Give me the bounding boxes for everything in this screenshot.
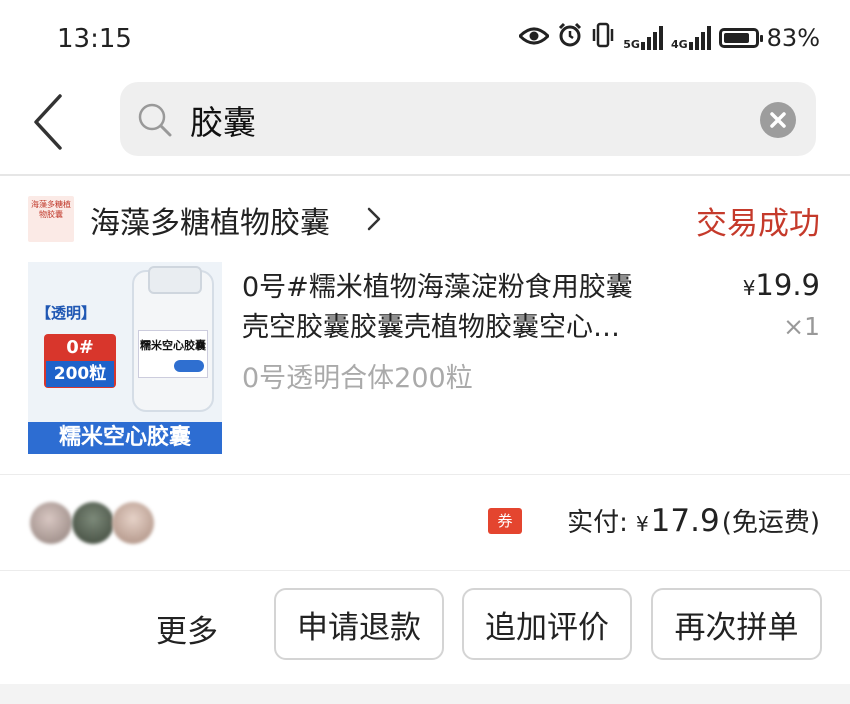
signal-5g-icon: 5G xyxy=(623,26,663,50)
network-4g-label: 4G xyxy=(670,38,688,51)
product-spec: 0号透明合体200粒 xyxy=(242,363,473,394)
avatar xyxy=(112,502,154,544)
back-button[interactable] xyxy=(30,92,66,152)
paid-amount: 实付: ¥ 17.9 (免运费) xyxy=(567,502,820,539)
shipping-note: (免运费) xyxy=(721,508,820,538)
image-banner: 糯米空心胶囊 xyxy=(28,422,222,454)
network-5g-label: 5G xyxy=(623,38,640,51)
avatar xyxy=(30,502,72,544)
close-icon xyxy=(770,112,786,128)
product-divider xyxy=(0,474,850,475)
product-price: ¥19.9 xyxy=(743,268,820,302)
reorder-button[interactable]: 再次拼单 xyxy=(651,588,822,660)
search-icon xyxy=(136,101,174,143)
status-icons: 5G 4G 83% xyxy=(518,22,820,54)
search-input[interactable]: 胶囊 xyxy=(190,96,256,144)
signal-4g-icon: 4G xyxy=(671,26,711,50)
image-size-label: 0# xyxy=(66,337,94,358)
price-value: 19.9 xyxy=(755,268,820,302)
bottom-separator xyxy=(0,684,850,704)
chevron-right-icon[interactable] xyxy=(366,206,382,236)
product-quantity: ×1 xyxy=(783,312,820,341)
paid-currency: ¥ xyxy=(635,512,649,536)
avatar xyxy=(72,502,114,544)
status-time: 13:15 xyxy=(57,24,132,54)
product-title-line1: 0号#糯米植物海藻淀粉食用胶囊 xyxy=(242,272,633,303)
eye-icon xyxy=(518,24,551,52)
price-currency: ¥ xyxy=(742,276,756,300)
clear-search-button[interactable] xyxy=(760,102,796,138)
chevron-left-icon xyxy=(34,94,62,150)
paid-value: 17.9 xyxy=(650,503,720,539)
product-image[interactable]: 【透明】 0# 200粒 糯米空心胶囊 糯米空心胶囊 xyxy=(28,262,222,454)
header-divider xyxy=(0,174,850,176)
image-count-label: 200粒 xyxy=(46,361,114,387)
bottle: 糯米空心胶囊 xyxy=(132,266,214,412)
battery-percent: 83% xyxy=(766,24,820,52)
refund-button[interactable]: 申请退款 xyxy=(274,588,444,660)
coupon-badge: 券 xyxy=(488,508,522,534)
summary-divider xyxy=(0,570,850,571)
shop-name[interactable]: 海藻多糖植物胶囊 xyxy=(90,198,330,242)
product-title-line2: 壳空胶囊胶囊壳植物胶囊空心… xyxy=(242,312,620,343)
image-tag: 【透明】 xyxy=(36,304,97,322)
paid-label: 实付: xyxy=(567,508,628,538)
order-status: 交易成功 xyxy=(696,206,820,242)
product-title[interactable]: 0号#糯米植物海藻淀粉食用胶囊 壳空胶囊胶囊壳植物胶囊空心… xyxy=(242,268,722,348)
vibrate-icon xyxy=(591,22,615,54)
more-button[interactable]: 更多 xyxy=(156,606,218,651)
battery-icon xyxy=(718,28,763,48)
alarm-icon xyxy=(557,22,583,54)
add-review-button[interactable]: 追加评价 xyxy=(462,588,632,660)
shop-logo[interactable]: 海藻多糖植物胶囊 xyxy=(28,196,74,242)
